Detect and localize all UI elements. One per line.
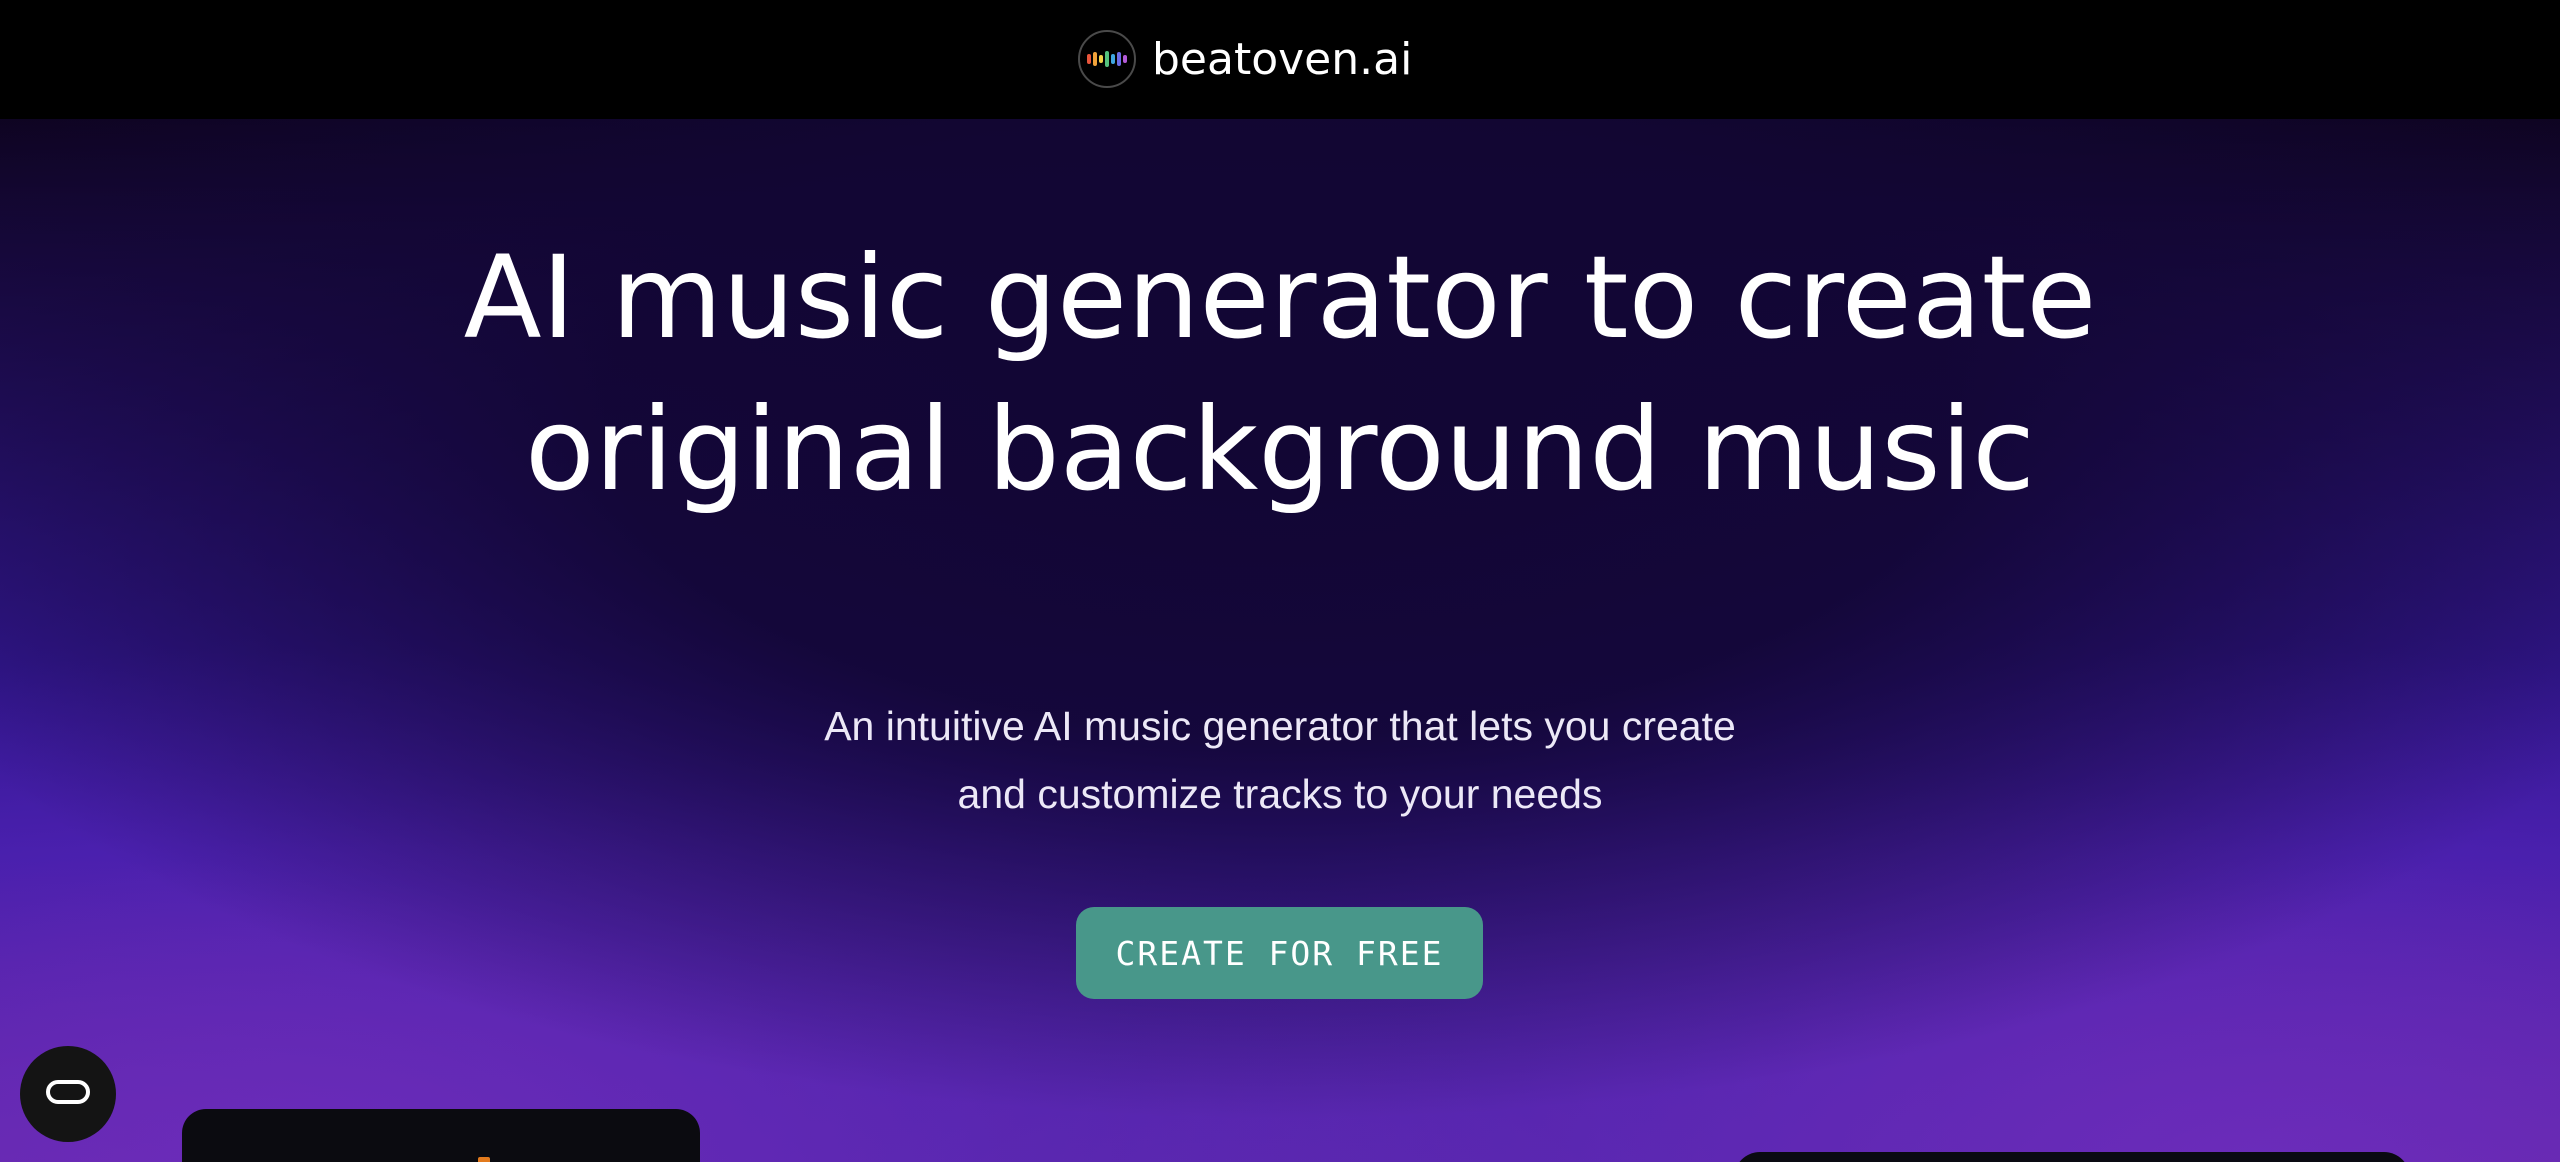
hero-headline-line-2: original background music xyxy=(525,383,2035,516)
top-navigation-bar: beatoven.ai xyxy=(0,0,2560,119)
preview-card-right xyxy=(1734,1152,2410,1162)
brand-logo-link[interactable]: beatoven.ai xyxy=(1078,27,1412,91)
hero-headline-line-1: AI music generator to create xyxy=(463,231,2097,364)
preview-thumbnail-marker xyxy=(478,1157,490,1162)
brand-name: beatoven.ai xyxy=(1152,33,1413,85)
preview-card-left xyxy=(182,1109,700,1162)
hero-headline: AI music generator to create original ba… xyxy=(0,222,2560,526)
equalizer-bars-icon xyxy=(1078,30,1136,88)
create-for-free-button[interactable]: CREATE FOR FREE xyxy=(1076,907,1483,999)
hero-subheadline-line-2: and customize tracks to your needs xyxy=(957,771,1603,817)
page: beatoven.ai AI music generator to create… xyxy=(0,0,2560,1162)
chat-bubble-icon xyxy=(42,1078,94,1111)
chat-widget-button[interactable] xyxy=(20,1046,116,1142)
hero-subheadline: An intuitive AI music generator that let… xyxy=(0,692,2560,828)
hero-subheadline-line-1: An intuitive AI music generator that let… xyxy=(824,703,1736,749)
